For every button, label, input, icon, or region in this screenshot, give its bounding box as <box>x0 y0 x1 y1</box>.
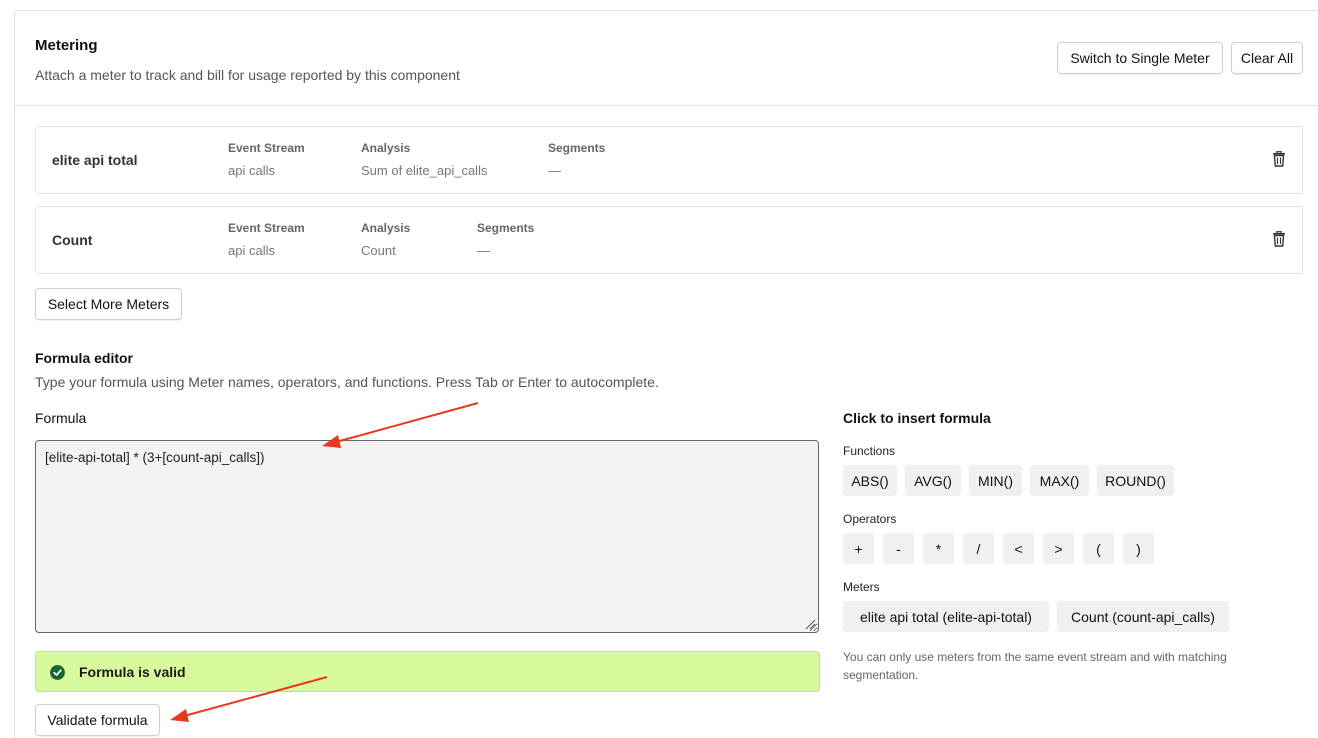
resize-handle-icon[interactable] <box>804 618 816 630</box>
switch-to-single-meter-button[interactable]: Switch to Single Meter <box>1057 42 1223 74</box>
analysis-value: Count <box>361 243 396 258</box>
meter-name: Count <box>52 232 93 248</box>
formula-input-value: [elite-api-total] * (3+[count-api_calls]… <box>45 450 265 465</box>
clear-all-button[interactable]: Clear All <box>1231 42 1303 74</box>
formula-editor-description: Type your formula using Meter names, ope… <box>35 374 659 390</box>
function-chip-round[interactable]: ROUND() <box>1097 465 1174 496</box>
insert-panel-title: Click to insert formula <box>843 410 991 426</box>
page-title: Metering <box>35 37 98 54</box>
operator-chip-close-paren[interactable]: ) <box>1123 533 1154 564</box>
operator-chip-minus[interactable]: - <box>883 533 914 564</box>
event-stream-label: Event Stream <box>228 141 305 155</box>
validate-formula-button[interactable]: Validate formula <box>35 704 160 736</box>
meter-row-elite-api-total: elite api total Event Stream api calls A… <box>35 126 1303 194</box>
page-subtitle: Attach a meter to track and bill for usa… <box>35 67 460 83</box>
operator-chip-multiply[interactable]: * <box>923 533 954 564</box>
functions-label: Functions <box>843 444 896 458</box>
operator-chip-less-than[interactable]: < <box>1003 533 1034 564</box>
function-chip-abs[interactable]: ABS() <box>843 465 897 496</box>
analysis-value: Sum of elite_api_calls <box>361 163 488 178</box>
function-chip-avg[interactable]: AVG() <box>905 465 961 496</box>
trash-icon[interactable] <box>1272 151 1286 167</box>
function-chip-max[interactable]: MAX() <box>1030 465 1089 496</box>
meter-row-count: Count Event Stream api calls Analysis Co… <box>35 206 1303 274</box>
formula-editor-title: Formula editor <box>35 350 134 366</box>
operator-chip-open-paren[interactable]: ( <box>1083 533 1114 564</box>
check-circle-icon <box>50 665 65 680</box>
formula-input[interactable]: [elite-api-total] * (3+[count-api_calls]… <box>35 440 819 633</box>
operator-chip-plus[interactable]: + <box>843 533 874 564</box>
meter-chip-count[interactable]: Count (count-api_calls) <box>1057 601 1229 632</box>
operator-chip-divide[interactable]: / <box>963 533 994 564</box>
meters-note: You can only use meters from the same ev… <box>843 650 1227 682</box>
event-stream-value: api calls <box>228 163 275 178</box>
event-stream-label: Event Stream <box>228 221 305 235</box>
operators-label: Operators <box>843 512 897 526</box>
trash-icon[interactable] <box>1272 231 1286 247</box>
operator-chip-greater-than[interactable]: > <box>1043 533 1074 564</box>
segments-value: — <box>548 163 561 178</box>
formula-valid-banner: Formula is valid <box>35 651 820 692</box>
analysis-label: Analysis <box>361 221 411 235</box>
formula-valid-text: Formula is valid <box>79 664 186 680</box>
meter-name: elite api total <box>52 152 138 168</box>
segments-label: Segments <box>548 141 606 155</box>
event-stream-value: api calls <box>228 243 275 258</box>
formula-label: Formula <box>35 410 87 426</box>
segments-label: Segments <box>477 221 535 235</box>
segments-value: — <box>477 243 490 258</box>
meters-label: Meters <box>843 580 880 594</box>
analysis-label: Analysis <box>361 141 411 155</box>
function-chip-min[interactable]: MIN() <box>969 465 1022 496</box>
meter-chip-elite-api-total[interactable]: elite api total (elite-api-total) <box>843 601 1049 632</box>
select-more-meters-button[interactable]: Select More Meters <box>35 288 182 320</box>
